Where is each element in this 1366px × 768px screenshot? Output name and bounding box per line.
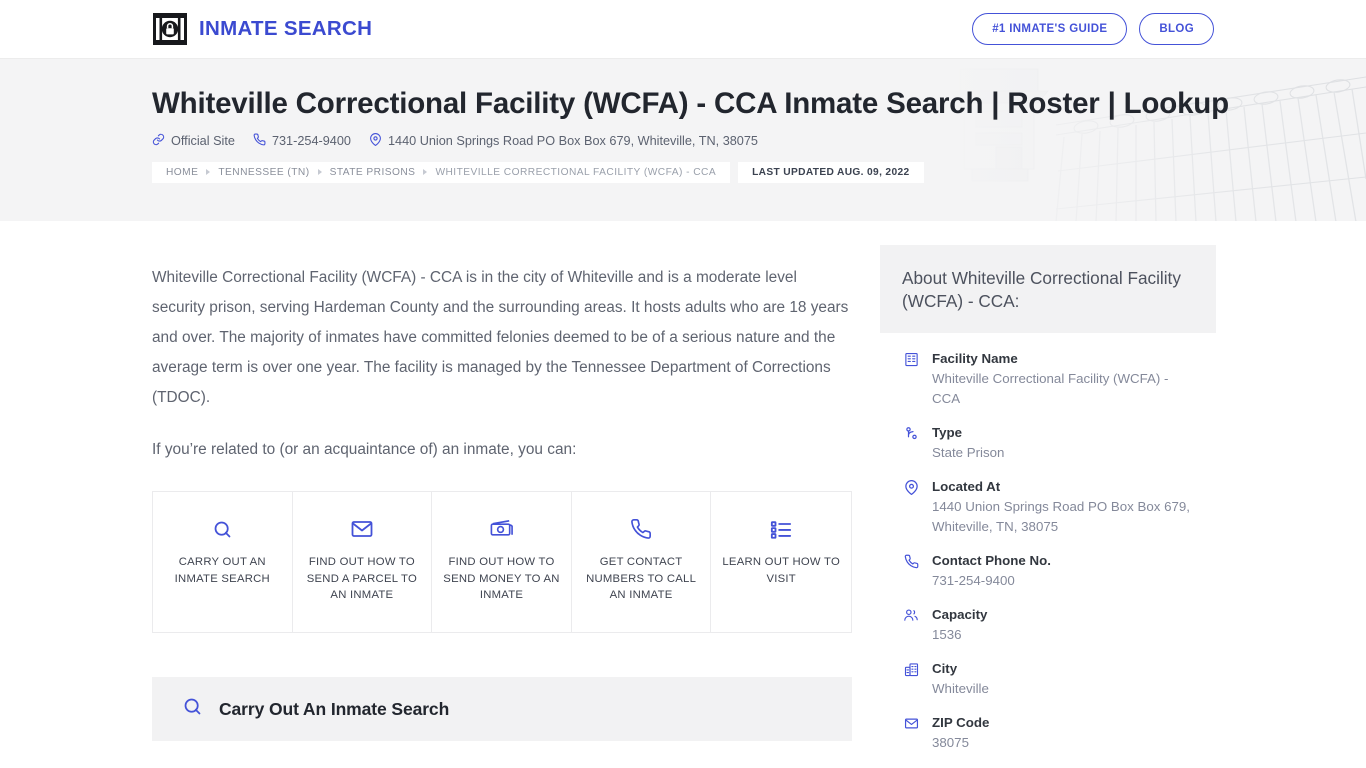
map-pin-icon bbox=[902, 477, 920, 496]
breadcrumb-item-state-prisons[interactable]: STATE PRISONS bbox=[330, 167, 416, 178]
action-label: FIND OUT HOW TO SEND A PARCEL TO AN INMA… bbox=[306, 556, 418, 601]
last-updated-badge: LAST UPDATED AUG. 09, 2022 bbox=[738, 161, 924, 183]
fact-value: Whiteville Correctional Facility (WCFA) … bbox=[932, 371, 1169, 407]
breadcrumb-bar: HOME TENNESSEE (TN) STATE PRISONS WHITEV… bbox=[152, 161, 731, 183]
search-icon bbox=[212, 514, 233, 544]
section-paragraph: If you’re trying to find an inmate of Wh… bbox=[152, 763, 852, 768]
envelope-icon bbox=[350, 514, 374, 544]
fact-capacity: Capacity 1536 bbox=[902, 605, 1194, 645]
brand-name: INMATE SEARCH bbox=[199, 17, 373, 40]
fact-value: Whiteville bbox=[932, 681, 989, 697]
hero-banner: Whiteville Correctional Facility (WCFA) … bbox=[0, 58, 1366, 221]
phone-icon bbox=[902, 551, 920, 569]
nav-actions: #1 INMATE'S GUIDE BLOG bbox=[972, 13, 1214, 45]
page-title: Whiteville Correctional Facility (WCFA) … bbox=[152, 87, 1229, 120]
sidebar: About Whiteville Correctional Facility (… bbox=[880, 221, 1216, 768]
type-branch-icon bbox=[902, 423, 920, 441]
hero-address: 1440 Union Springs Road PO Box Box 679, … bbox=[369, 132, 758, 149]
about-card-header: About Whiteville Correctional Facility (… bbox=[880, 245, 1216, 334]
fact-type: Type State Prison bbox=[902, 423, 1194, 463]
fact-zip-code: ZIP Code 38075 bbox=[902, 713, 1194, 753]
inmates-guide-button[interactable]: #1 INMATE'S GUIDE bbox=[972, 13, 1128, 45]
action-send-money[interactable]: FIND OUT HOW TO SEND MONEY TO AN INMATE bbox=[432, 492, 572, 632]
phone-icon bbox=[630, 514, 652, 544]
breadcrumb: HOME TENNESSEE (TN) STATE PRISONS WHITEV… bbox=[152, 161, 1214, 183]
action-how-to-visit[interactable]: LEARN OUT HOW TO VISIT bbox=[711, 492, 851, 632]
fact-value: 731-254-9400 bbox=[932, 573, 1015, 589]
lead-in-paragraph: If you’re related to (or an acquaintance… bbox=[152, 441, 577, 458]
phone-icon bbox=[253, 133, 266, 149]
action-inmate-search[interactable]: CARRY OUT AN INMATE SEARCH bbox=[153, 492, 293, 632]
chevron-right-icon bbox=[423, 169, 428, 176]
fact-key: Located At bbox=[932, 479, 1001, 495]
fact-city: City Whiteville bbox=[902, 659, 1194, 699]
fact-key: ZIP Code bbox=[932, 715, 990, 731]
fact-value: 1536 bbox=[932, 627, 962, 643]
section-heading: Carry Out An Inmate Search bbox=[219, 698, 450, 719]
city-icon bbox=[902, 659, 920, 677]
fact-key: Facility Name bbox=[932, 351, 1018, 367]
banknote-icon bbox=[489, 514, 514, 544]
section-header-inmate-search: Carry Out An Inmate Search bbox=[152, 677, 852, 741]
action-grid: CARRY OUT AN INMATE SEARCH FIND OUT HOW … bbox=[152, 491, 852, 633]
map-pin-icon bbox=[369, 132, 382, 149]
fact-value: State Prison bbox=[932, 445, 1005, 461]
fact-key: Contact Phone No. bbox=[932, 553, 1051, 569]
breadcrumb-item-home[interactable]: HOME bbox=[166, 167, 198, 178]
main-content: Whiteville Correctional Facility (WCFA) … bbox=[152, 221, 852, 768]
fact-value: 38075 bbox=[932, 735, 969, 751]
fact-facility-name: Facility Name Whiteville Correctional Fa… bbox=[902, 349, 1194, 409]
about-facility-card: About Whiteville Correctional Facility (… bbox=[880, 245, 1216, 768]
chevron-right-icon bbox=[317, 169, 322, 176]
fact-key: Type bbox=[932, 425, 963, 441]
breadcrumb-item-current: WHITEVILLE CORRECTIONAL FACILITY (WCFA) … bbox=[435, 166, 717, 178]
fact-value: 1440 Union Springs Road PO Box Box 679, … bbox=[932, 499, 1190, 535]
hero-address-label: 1440 Union Springs Road PO Box Box 679, … bbox=[387, 133, 758, 148]
prison-window-padlock-icon bbox=[152, 12, 188, 46]
envelope-icon bbox=[902, 713, 920, 731]
fact-key: Capacity bbox=[932, 607, 988, 623]
about-card-title: About Whiteville Correctional Facility (… bbox=[902, 268, 1181, 312]
action-contact-numbers[interactable]: GET CONTACT NUMBERS TO CALL AN INMATE bbox=[571, 492, 712, 632]
page-body: Whiteville Correctional Facility (WCFA) … bbox=[0, 221, 1366, 768]
hero-meta-row: Official Site 731-254-9400 1440 Union Sp… bbox=[152, 132, 1214, 149]
facility-facts-list: Facility Name Whiteville Correctional Fa… bbox=[880, 333, 1216, 768]
official-site-label: Official Site bbox=[171, 133, 235, 148]
fact-key: City bbox=[932, 661, 958, 677]
official-site-link[interactable]: Official Site bbox=[152, 133, 235, 149]
brand-logo-link[interactable]: INMATE SEARCH bbox=[152, 12, 372, 46]
top-navbar: INMATE SEARCH #1 INMATE'S GUIDE BLOG bbox=[0, 0, 1366, 58]
building-grid-icon bbox=[902, 349, 920, 367]
hero-phone-link[interactable]: 731-254-9400 bbox=[253, 133, 351, 149]
people-icon bbox=[902, 605, 920, 623]
hero-phone-label: 731-254-9400 bbox=[271, 133, 351, 148]
search-icon bbox=[182, 696, 203, 722]
action-label: GET CONTACT NUMBERS TO CALL AN INMATE bbox=[586, 556, 697, 601]
action-label: LEARN OUT HOW TO VISIT bbox=[722, 556, 840, 585]
blog-button[interactable]: BLOG bbox=[1139, 13, 1214, 45]
intro-paragraph: Whiteville Correctional Facility (WCFA) … bbox=[152, 269, 849, 406]
action-label: CARRY OUT AN INMATE SEARCH bbox=[174, 556, 270, 585]
fact-located-at: Located At 1440 Union Springs Road PO Bo… bbox=[902, 477, 1194, 537]
action-label: FIND OUT HOW TO SEND MONEY TO AN INMATE bbox=[443, 556, 560, 601]
action-send-parcel[interactable]: FIND OUT HOW TO SEND A PARCEL TO AN INMA… bbox=[292, 492, 433, 632]
chevron-right-icon bbox=[206, 169, 211, 176]
list-icon bbox=[770, 514, 792, 544]
fact-contact-phone: Contact Phone No. 731-254-9400 bbox=[902, 551, 1194, 591]
breadcrumb-item-state[interactable]: TENNESSEE (TN) bbox=[218, 167, 309, 178]
link-icon bbox=[152, 133, 165, 149]
